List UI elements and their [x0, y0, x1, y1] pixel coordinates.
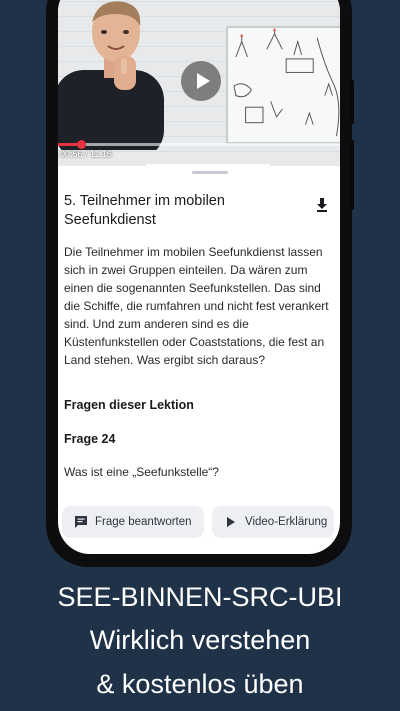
lesson-title: 5. Teilnehmer im mobilen Seefunkdienst	[64, 193, 225, 228]
drag-handle[interactable]	[192, 171, 228, 174]
presenter-illustration	[58, 1, 164, 150]
app-screen: 00:56 / 11:16 5. Teilnehmer im mobilen S…	[58, 0, 340, 554]
download-icon[interactable]	[316, 198, 328, 212]
phone-side-button	[350, 140, 354, 210]
question-number: Frage 24	[64, 432, 116, 446]
answer-question-button[interactable]: Frage beantworten	[62, 506, 204, 538]
video-player[interactable]: 00:56 / 11:16	[58, 0, 340, 166]
video-explanation-label: Video-Erklärung	[245, 516, 328, 528]
question-text: Was ist eine „Seefunkstelle“?	[64, 465, 219, 479]
promo-caption-line-2: Wirklich verstehen	[89, 625, 311, 655]
video-explanation-button[interactable]: Video-Erklärung	[212, 506, 334, 538]
promo-caption-line-3: & kostenlos üben	[96, 669, 304, 699]
questions-heading: Fragen dieser Lektion	[64, 398, 194, 412]
chat-icon	[75, 516, 87, 528]
video-time: 00:56 / 11:16	[60, 149, 112, 159]
answer-question-label: Frage beantworten	[95, 516, 192, 528]
whiteboard-illustration	[226, 26, 340, 144]
video-progress-bar[interactable]	[58, 140, 340, 149]
lesson-body: Die Teilnehmer im mobilen Seefunkdienst …	[64, 245, 329, 367]
phone-side-button	[350, 80, 354, 124]
promo-caption-line-1: SEE-BINNEN-SRC-UBI	[57, 582, 343, 612]
play-small-icon	[227, 517, 235, 527]
play-icon[interactable]	[181, 61, 221, 101]
